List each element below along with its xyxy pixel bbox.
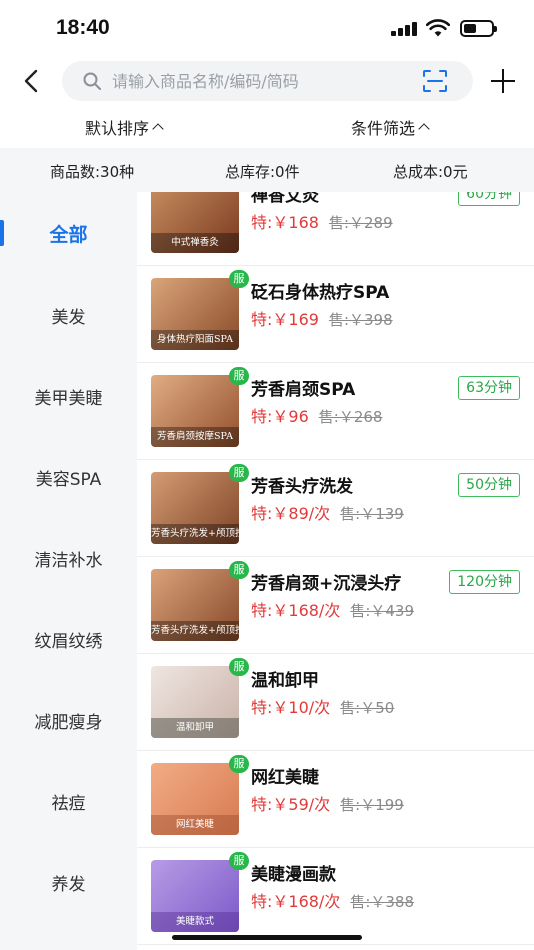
- category-cleansing[interactable]: 清洁补水: [0, 546, 137, 571]
- product-thumbnail: 中式禅香灸: [151, 192, 239, 253]
- search-bar[interactable]: [62, 61, 473, 101]
- sort-filter-bar: 默认排序 条件筛选: [0, 108, 534, 148]
- category-acne[interactable]: 祛痘: [0, 789, 137, 814]
- product-name: 禅香艾灸: [251, 192, 319, 206]
- product-thumbnail: 身体热疗阳面SPA: [151, 278, 239, 350]
- product-price: 特:￥168/次 售:￥439: [251, 597, 414, 621]
- product-count: 商品数:30种: [50, 163, 135, 181]
- scan-code-icon[interactable]: [422, 69, 448, 93]
- product-item[interactable]: 美睫款式 服 美睫漫画款 特:￥168/次 售:￥388: [137, 848, 534, 945]
- product-name: 芳香肩颈SPA: [251, 380, 356, 400]
- chevron-up-icon: [152, 123, 164, 135]
- product-price: 特:￥59/次 售:￥199: [251, 791, 404, 815]
- duration-tag: 63分钟: [458, 376, 520, 400]
- total-stock: 总库存:0件: [225, 163, 300, 181]
- product-item[interactable]: 芳香肩颈按摩SPA 服 芳香肩颈SPA 特:￥96 售:￥268 63分钟: [137, 363, 534, 460]
- status-time: 18:40: [56, 16, 110, 39]
- category-all[interactable]: 全部: [0, 220, 137, 247]
- product-thumbnail: 芳香肩颈按摩SPA: [151, 375, 239, 447]
- product-item[interactable]: 中式禅香灸 禅香艾灸 特:￥168 售:￥289 60分钟: [137, 192, 534, 266]
- special-price: 特:￥96: [251, 407, 309, 426]
- status-bar: 18:40: [0, 0, 534, 56]
- duration-tag: 120分钟: [449, 570, 520, 594]
- product-item[interactable]: 网红美睫 服 网红美睫 特:￥59/次 售:￥199: [137, 751, 534, 848]
- product-item[interactable]: 身体热疗阳面SPA 服 砭石身体热疗SPA 特:￥169 售:￥398: [137, 266, 534, 363]
- product-thumbnail: 温和卸甲: [151, 666, 239, 738]
- special-price: 特:￥59/次: [251, 795, 331, 814]
- product-name: 芳香肩颈+沉浸头疗: [251, 574, 402, 594]
- product-price: 特:￥89/次 售:￥139: [251, 500, 404, 524]
- product-price: 特:￥10/次 售:￥50: [251, 694, 394, 718]
- original-price: 售:￥199: [340, 796, 404, 814]
- total-cost: 总成本:0元: [393, 163, 468, 181]
- original-price: 售:￥139: [340, 505, 404, 523]
- wifi-icon: [426, 19, 450, 37]
- original-price: 售:￥388: [350, 893, 415, 911]
- search-icon: [83, 72, 101, 90]
- product-thumbnail: 芳香头疗洗发+颅顶按摩: [151, 569, 239, 641]
- service-badge: 服: [229, 367, 249, 385]
- product-price: 特:￥168/次 售:￥388: [251, 888, 414, 912]
- cellular-signal-icon: [391, 22, 419, 36]
- chevron-up-icon: [418, 123, 430, 135]
- original-price: 售:￥50: [340, 699, 395, 717]
- product-price: 特:￥96 售:￥268: [251, 403, 382, 427]
- product-name: 温和卸甲: [251, 671, 319, 691]
- category-slimming[interactable]: 减肥瘦身: [0, 708, 137, 733]
- back-arrow-icon[interactable]: [20, 66, 44, 96]
- service-badge: 服: [229, 561, 249, 579]
- special-price: 特:￥168: [251, 213, 319, 232]
- product-name: 网红美睫: [251, 768, 319, 788]
- search-input[interactable]: [112, 67, 412, 95]
- filter-dropdown[interactable]: 条件筛选: [351, 115, 430, 139]
- original-price: 售:￥439: [350, 602, 415, 620]
- special-price: 特:￥169: [251, 310, 319, 329]
- duration-tag: 60分钟: [458, 192, 520, 206]
- product-price: 特:￥169 售:￥398: [251, 306, 393, 330]
- product-name: 美睫漫画款: [251, 865, 336, 885]
- duration-tag: 50分钟: [458, 473, 520, 497]
- add-product-button[interactable]: [488, 66, 518, 96]
- category-nails-lashes[interactable]: 美甲美睫: [0, 384, 137, 409]
- service-badge: 服: [229, 464, 249, 482]
- service-badge: 服: [229, 852, 249, 870]
- battery-icon: [460, 20, 497, 37]
- original-price: 售:￥289: [328, 214, 393, 232]
- original-price: 售:￥268: [318, 408, 383, 426]
- product-thumbnail: 网红美睫: [151, 763, 239, 835]
- product-name: 芳香头疗洗发: [251, 477, 353, 497]
- product-item[interactable]: 温和卸甲 服 温和卸甲 特:￥10/次 售:￥50: [137, 654, 534, 751]
- category-hair[interactable]: 美发: [0, 303, 137, 328]
- product-thumbnail: 芳香头疗洗发+颅顶按摩: [151, 472, 239, 544]
- product-list-screen: 18:40 默认排序 条件筛选: [0, 0, 534, 950]
- special-price: 特:￥10/次: [251, 698, 331, 717]
- special-price: 特:￥168/次: [251, 892, 341, 911]
- service-badge: 服: [229, 658, 249, 676]
- product-thumbnail: 美睫款式: [151, 860, 239, 932]
- category-brow-tattoo[interactable]: 纹眉纹绣: [0, 627, 137, 652]
- summary-bar: 商品数:30种 总库存:0件 总成本:0元: [0, 148, 534, 192]
- product-name: 砭石身体热疗SPA: [251, 283, 390, 303]
- service-badge: 服: [229, 270, 249, 288]
- category-sidebar: 全部 美发 美甲美睫 美容SPA 清洁补水 纹眉纹绣 减肥瘦身 祛痘 养发: [0, 192, 137, 950]
- product-item[interactable]: 芳香头疗洗发+颅顶按摩 服 芳香头疗洗发 特:￥89/次售:￥139 50分钟: [137, 460, 534, 557]
- special-price: 特:￥168/次: [251, 601, 341, 620]
- special-price: 特:￥89/次: [251, 504, 331, 523]
- product-item[interactable]: 芳香头疗洗发+颅顶按摩 服 芳香肩颈+沉浸头疗 特:￥168/次售:￥439 1…: [137, 557, 534, 654]
- service-badge: 服: [229, 755, 249, 773]
- original-price: 售:￥398: [328, 311, 393, 329]
- default-sort-dropdown[interactable]: 默认排序: [85, 115, 164, 139]
- product-list: 中式禅香灸 禅香艾灸 特:￥168 售:￥289 60分钟 身体热疗阳面SPA 服…: [137, 192, 534, 950]
- category-hair-care[interactable]: 养发: [0, 870, 137, 895]
- home-indicator: [172, 935, 362, 940]
- product-price: 特:￥168 售:￥289: [251, 209, 393, 233]
- category-beauty-spa[interactable]: 美容SPA: [0, 465, 137, 490]
